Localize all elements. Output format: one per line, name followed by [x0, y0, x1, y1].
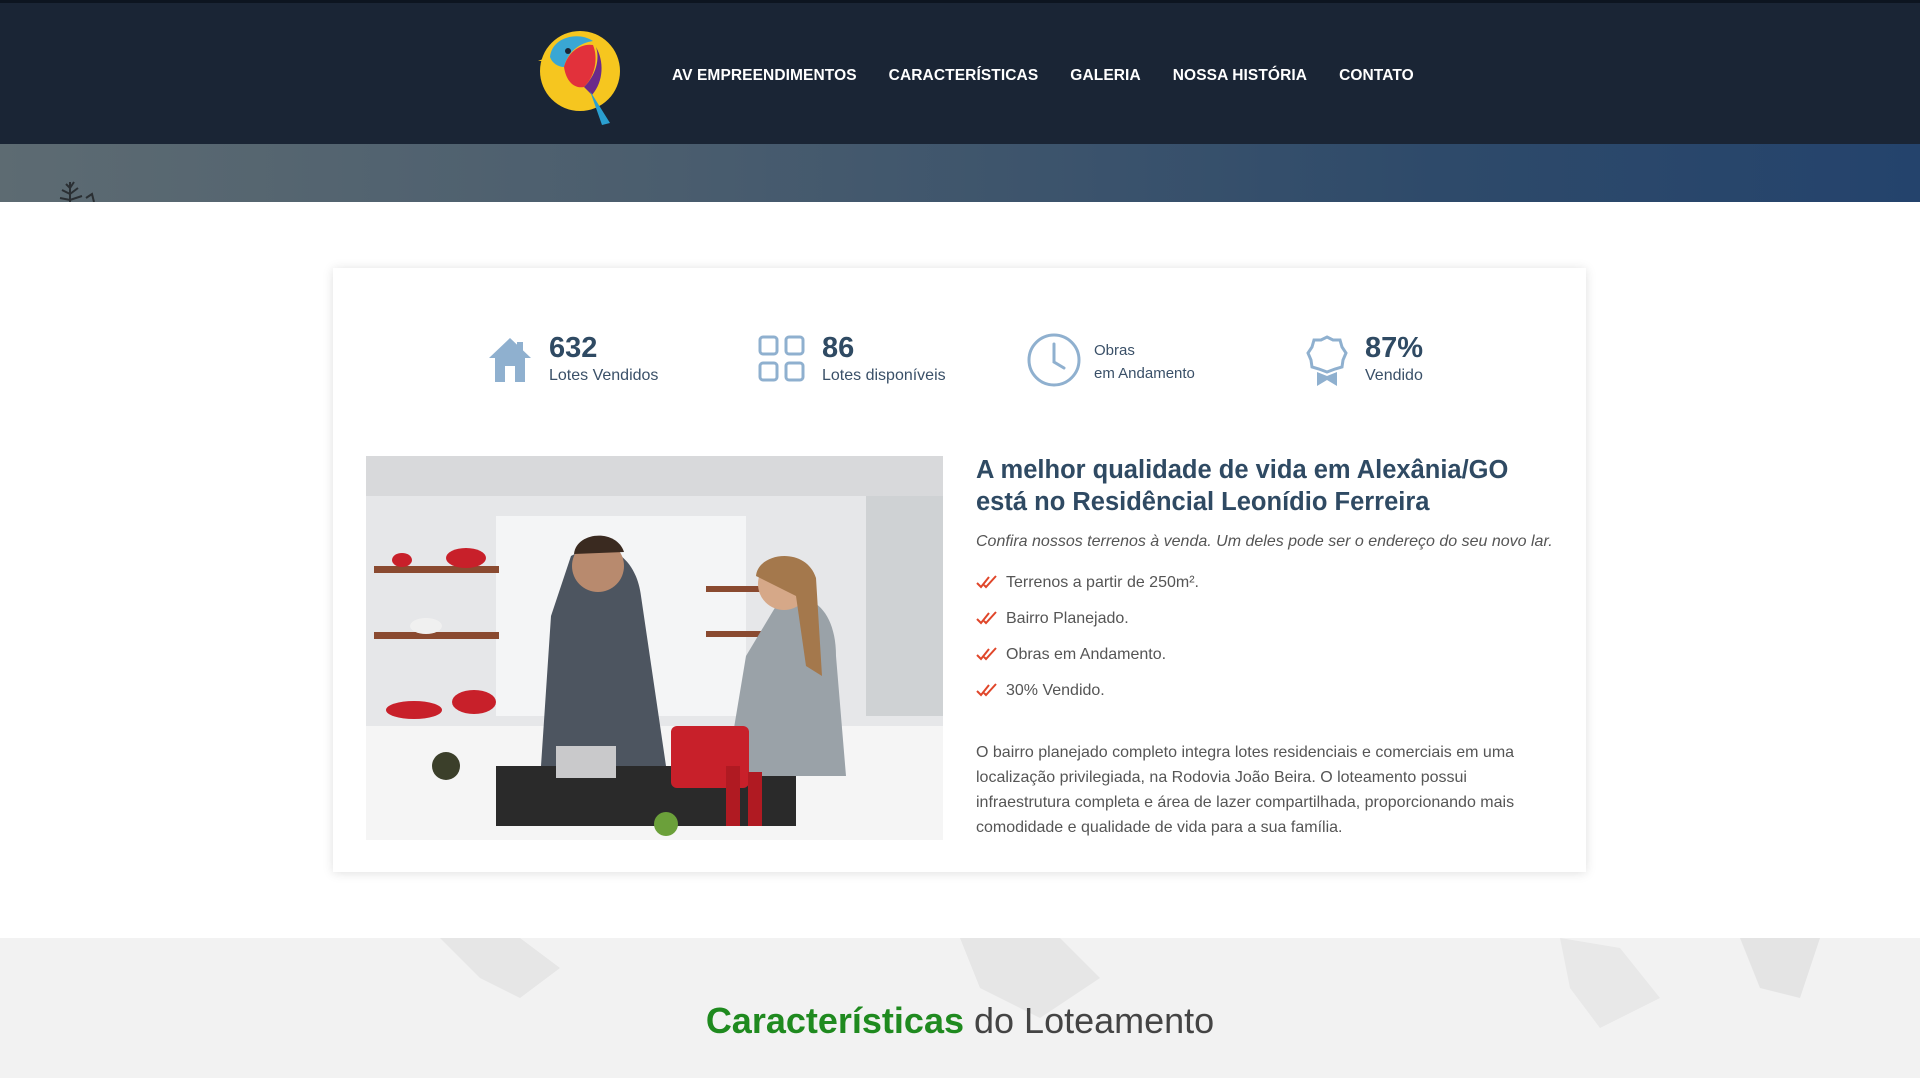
stat-number: 87% [1365, 332, 1424, 364]
stat-vendido: 87% Vendido [1305, 332, 1465, 392]
about-content: A melhor qualidade de vida em Alexânia/G… [976, 454, 1556, 840]
stat-lotes-vendidos: 632 Lotes Vendidos [487, 332, 687, 392]
feature-text: Obras em Andamento. [1006, 646, 1167, 663]
house-icon [489, 338, 531, 382]
feature-item: Terrenos a partir de 250m². [976, 570, 1556, 606]
main-nav: AV EMPREENDIMENTOS CARACTERÍSTICAS GALER… [672, 67, 1414, 85]
double-check-icon [976, 575, 997, 589]
info-card: 632 Lotes Vendidos 86 Lotes disponíveis … [333, 268, 1586, 872]
feature-text: Terrenos a partir de 250m². [1006, 574, 1199, 591]
grid-icon [758, 335, 805, 382]
nav-caracteristicas[interactable]: CARACTERÍSTICAS [889, 67, 1039, 85]
site-header: AV EMPREENDIMENTOS CARACTERÍSTICAS GALER… [0, 0, 1920, 144]
hero-strip [0, 144, 1920, 202]
stat-number: 632 [549, 332, 598, 364]
stat-label: Lotes disponíveis [822, 367, 946, 384]
feature-list: Terrenos a partir de 250m². Bairro Plane… [976, 570, 1556, 714]
stat-lotes-disponiveis: 86 Lotes disponíveis [758, 332, 978, 392]
about-subtitle: Confira nossos terrenos à venda. Um dele… [976, 533, 1553, 550]
section-title: Características do Loteamento [0, 1000, 1920, 1042]
tree-silhouette [59, 181, 95, 202]
double-check-icon [976, 647, 997, 661]
logo[interactable] [538, 27, 630, 131]
nav-contato[interactable]: CONTATO [1339, 67, 1414, 85]
feature-item: 30% Vendido. [976, 678, 1556, 714]
double-check-icon [976, 611, 997, 625]
about-title: A melhor qualidade de vida em Alexânia/G… [976, 456, 1509, 516]
stat-line2: em Andamento [1094, 365, 1195, 382]
kitchen-illustration [366, 456, 943, 840]
clock-icon [1027, 333, 1081, 387]
stat-obras: Obras em Andamento [1026, 332, 1226, 392]
feature-text: 30% Vendido. [1006, 682, 1105, 699]
double-check-icon [976, 683, 997, 697]
nav-galeria[interactable]: GALERIA [1070, 67, 1140, 85]
stat-label: Vendido [1365, 367, 1423, 384]
nav-nossa-historia[interactable]: NOSSA HISTÓRIA [1173, 67, 1307, 85]
stat-label: Lotes Vendidos [549, 367, 659, 384]
feature-text: Bairro Planejado. [1006, 610, 1129, 627]
section-title-highlight: Características [705, 1000, 964, 1041]
award-icon [1306, 335, 1348, 386]
couple-kitchen-photo [366, 456, 943, 840]
feature-item: Obras em Andamento. [976, 642, 1556, 678]
section-title-rest: do Loteamento [974, 1000, 1215, 1041]
feature-item: Bairro Planejado. [976, 606, 1556, 642]
about-description: O bairro planejado completo integra lote… [976, 744, 1515, 836]
stat-number: 86 [822, 332, 855, 364]
nav-av-empreendimentos[interactable]: AV EMPREENDIMENTOS [672, 67, 857, 85]
stat-line1: Obras [1094, 342, 1135, 359]
